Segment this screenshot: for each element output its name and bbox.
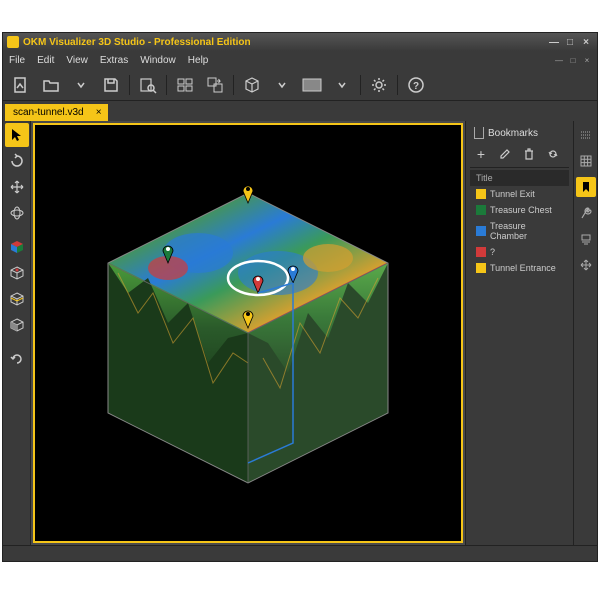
menu-window[interactable]: Window — [138, 53, 178, 68]
bookmark-label: Tunnel Exit — [490, 189, 535, 199]
bookmark-icon — [474, 127, 484, 139]
tab-label: scan-tunnel.v3d — [13, 107, 84, 118]
bookmark-tool[interactable] — [576, 177, 596, 197]
window-title: OKM Visualizer 3D Studio - Professional … — [23, 37, 547, 48]
bookmark-item[interactable]: Treasure Chamber — [470, 218, 569, 244]
bookmark-label: Tunnel Entrance — [490, 263, 556, 273]
titlebar: OKM Visualizer 3D Studio - Professional … — [3, 33, 597, 51]
statusbar — [3, 545, 597, 561]
viewport-3d[interactable] — [33, 123, 463, 543]
panel-restore-button[interactable]: □ — [567, 55, 579, 65]
settings-button[interactable] — [365, 72, 393, 98]
search-button[interactable] — [134, 72, 162, 98]
move-tool[interactable] — [5, 175, 29, 199]
move-all-tool[interactable] — [576, 255, 596, 275]
color-swatch-icon — [476, 205, 486, 215]
bookmark-item[interactable]: ? — [470, 244, 569, 260]
menu-help[interactable]: Help — [186, 53, 211, 68]
svg-text:?: ? — [413, 81, 419, 92]
bookmarks-title: Bookmarks — [488, 128, 538, 139]
bookmark-edit-button[interactable] — [494, 143, 516, 165]
rotate-tool[interactable] — [5, 149, 29, 173]
cube-marker-tool[interactable] — [5, 261, 29, 285]
menu-view[interactable]: View — [64, 53, 90, 68]
bookmark-add-button[interactable]: + — [470, 143, 492, 165]
side-toolbar — [573, 121, 597, 545]
bookmark-refresh-button[interactable] — [542, 143, 564, 165]
help-button[interactable]: ? — [402, 72, 430, 98]
save-file-button[interactable] — [97, 72, 125, 98]
layer-tool[interactable] — [576, 229, 596, 249]
cube-side-tool[interactable] — [5, 313, 29, 337]
cube-dropdown-button[interactable] — [268, 72, 296, 98]
tab-strip: scan-tunnel.v3d × — [3, 101, 597, 121]
color-swatch-icon — [476, 247, 486, 257]
menu-file[interactable]: File — [7, 53, 27, 68]
bookmark-item[interactable]: Tunnel Exit — [470, 186, 569, 202]
tab-document[interactable]: scan-tunnel.v3d × — [5, 104, 108, 121]
new-file-button[interactable] — [7, 72, 35, 98]
cube-color-tool[interactable] — [5, 235, 29, 259]
select-tool[interactable] — [5, 123, 29, 147]
scan-cube-icon — [78, 163, 418, 503]
open-file-button[interactable] — [37, 72, 65, 98]
bookmark-delete-button[interactable] — [518, 143, 540, 165]
panel-close-button[interactable]: × — [581, 55, 593, 65]
menubar: File Edit View Extras Window Help — □ × — [3, 51, 597, 69]
bookmark-item[interactable]: Tunnel Entrance — [470, 260, 569, 276]
dropdown-arrow-button[interactable] — [67, 72, 95, 98]
minimize-button[interactable]: — — [547, 36, 561, 48]
main-toolbar: ? — [3, 69, 597, 101]
color-swatch-icon — [476, 226, 486, 236]
grid-tool[interactable] — [576, 151, 596, 171]
bookmark-list: Title Tunnel Exit Treasure Chest Treasur… — [470, 170, 569, 541]
menu-edit[interactable]: Edit — [35, 53, 56, 68]
wrench-tool[interactable] — [576, 203, 596, 223]
screen-dropdown-button[interactable] — [328, 72, 356, 98]
close-button[interactable]: × — [579, 36, 593, 48]
panel-minimize-button[interactable]: — — [553, 55, 565, 65]
bookmark-list-header: Title — [470, 170, 569, 186]
rotate-free-tool[interactable] — [5, 201, 29, 225]
cube-button[interactable] — [238, 72, 266, 98]
right-panel: Bookmarks + Title Tunnel Exit Treasure C… — [465, 121, 597, 545]
color-swatch-icon — [476, 189, 486, 199]
color-swatch-icon — [476, 263, 486, 273]
app-logo-icon — [7, 36, 19, 48]
maximize-button[interactable]: □ — [563, 36, 577, 48]
bookmark-label: Treasure Chamber — [490, 221, 563, 241]
reset-tool[interactable] — [5, 347, 29, 371]
menu-extras[interactable]: Extras — [98, 53, 130, 68]
swap-button[interactable] — [201, 72, 229, 98]
bookmarks-panel-header: Bookmarks — [470, 125, 569, 141]
grid-h-tool[interactable] — [576, 125, 596, 145]
screen-button[interactable] — [298, 72, 326, 98]
layout-button[interactable] — [171, 72, 199, 98]
bookmark-label: Treasure Chest — [490, 205, 552, 215]
left-toolbar — [3, 121, 31, 545]
cube-layer-tool[interactable] — [5, 287, 29, 311]
bookmark-label: ? — [490, 247, 495, 257]
tab-close-button[interactable]: × — [96, 107, 102, 118]
bookmark-item[interactable]: Treasure Chest — [470, 202, 569, 218]
